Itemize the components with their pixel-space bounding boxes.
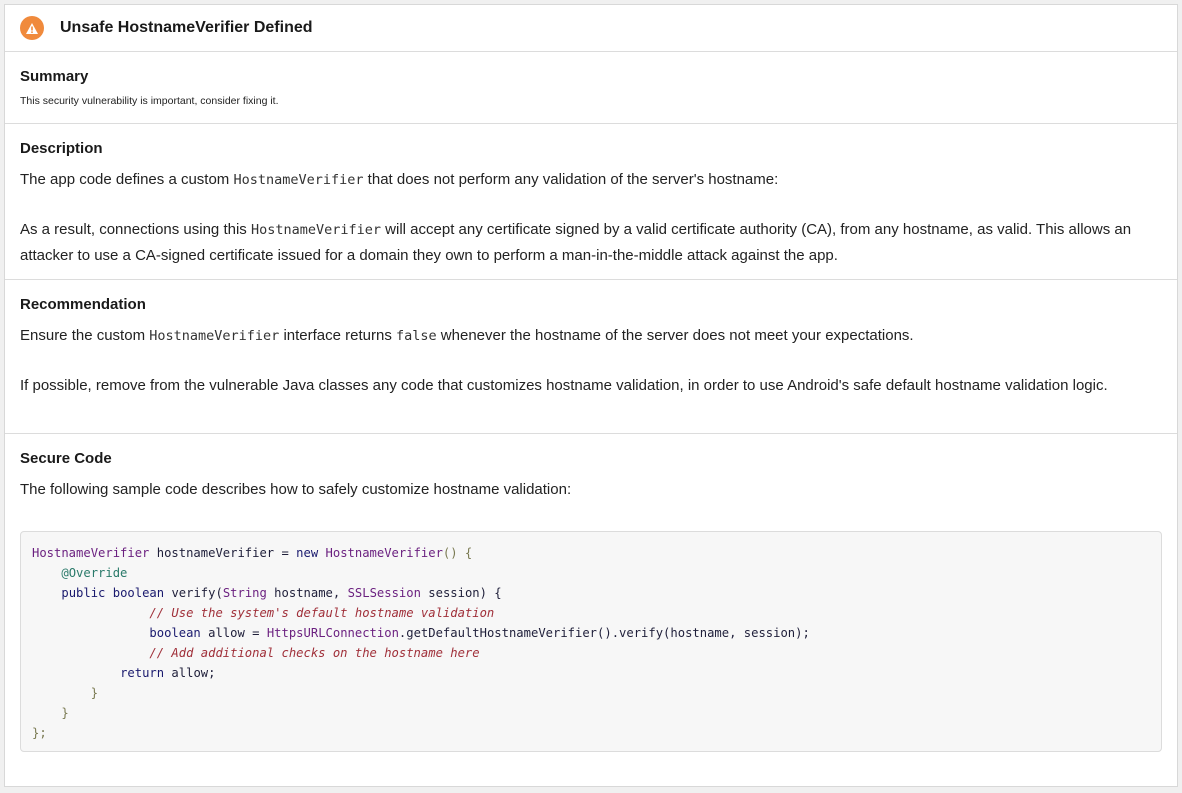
warning-icon [20, 16, 44, 40]
secure-code-section: Secure Code The following sample code de… [5, 434, 1177, 752]
code-token: String [222, 586, 267, 600]
secure-code-intro: The following sample code describes how … [20, 481, 572, 498]
recommendation-paragraph-1: Ensure the custom HostnameVerifier inter… [20, 323, 1162, 349]
code-line: HostnameVerifier hostnameVerifier = new … [32, 543, 1150, 563]
code-token: () { [442, 546, 473, 560]
text-fragment: Ensure the custom [20, 327, 150, 344]
description-paragraph-1: The app code defines a custom HostnameVe… [20, 167, 1162, 193]
summary-section: Summary This security vulnerability is i… [5, 52, 1177, 124]
code-line: } [32, 703, 1150, 723]
code-comment: // Use the system's default hostname val… [149, 606, 495, 620]
code-line: return allow; [32, 663, 1150, 683]
code-line: public boolean verify(String hostname, S… [32, 583, 1150, 603]
summary-heading: Summary [20, 68, 89, 85]
code-token: HostnameVerifier [32, 546, 150, 560]
code-token: .getDefaultHostnameVerifier().verify(hos… [398, 626, 810, 640]
text-fragment: interface returns [279, 327, 396, 344]
code-token: HostnameVerifier [325, 546, 443, 560]
inline-code: HostnameVerifier [149, 328, 280, 344]
inline-code: HostnameVerifier [233, 172, 364, 188]
code-token: allow; [164, 666, 216, 680]
code-token: verify( [164, 586, 223, 600]
code-token: hostname, [266, 586, 348, 600]
text-fragment: As a result, connections using this [20, 221, 251, 238]
code-token: } [61, 706, 69, 720]
code-line: }; [32, 723, 1150, 743]
code-line: } [32, 683, 1150, 703]
code-token: @Override [61, 566, 128, 580]
code-token: public [61, 586, 106, 600]
code-token: hostnameVerifier = [149, 546, 297, 560]
code-token: } [90, 686, 99, 700]
code-token: new [296, 546, 319, 560]
inline-code: HostnameVerifier [250, 222, 382, 238]
code-line: // Use the system's default hostname val… [32, 603, 1150, 623]
recommendation-section: Recommendation Ensure the custom Hostnam… [5, 280, 1177, 434]
recommendation-heading: Recommendation [20, 296, 146, 313]
description-paragraph-2: As a result, connections using this Host… [20, 217, 1162, 269]
code-comment: // Add additional checks on the hostname… [149, 646, 480, 660]
code-token: SSLSession [347, 586, 421, 600]
code-token: allow = [200, 626, 267, 640]
code-token: return [120, 666, 165, 680]
text-fragment: that does not perform any validation of … [363, 171, 779, 188]
code-line: @Override [32, 563, 1150, 583]
code-line: boolean allow = HttpsURLConnection.getDe… [32, 623, 1150, 643]
code-line: // Add additional checks on the hostname… [32, 643, 1150, 663]
code-block[interactable]: HostnameVerifier hostnameVerifier = new … [20, 531, 1162, 752]
description-heading: Description [20, 140, 103, 157]
vulnerability-panel: Unsafe HostnameVerifier Defined Summary … [4, 4, 1178, 787]
panel-header: Unsafe HostnameVerifier Defined [5, 5, 1177, 52]
code-token: session) { [420, 586, 502, 600]
text-fragment: The app code defines a custom [20, 171, 234, 188]
inline-code: false [396, 328, 437, 344]
code-token: HttpsURLConnection [266, 626, 399, 640]
summary-text: This security vulnerability is important… [20, 95, 279, 107]
page-title: Unsafe HostnameVerifier Defined [60, 19, 313, 36]
code-token: boolean [149, 626, 201, 640]
code-token: boolean [112, 586, 165, 600]
recommendation-paragraph-2: If possible, remove from the vulnerable … [20, 377, 1108, 394]
description-section: Description The app code defines a custo… [5, 124, 1177, 280]
secure-code-heading: Secure Code [20, 450, 112, 467]
code-token: }; [32, 726, 47, 740]
text-fragment: whenever the hostname of the server does… [436, 327, 914, 344]
